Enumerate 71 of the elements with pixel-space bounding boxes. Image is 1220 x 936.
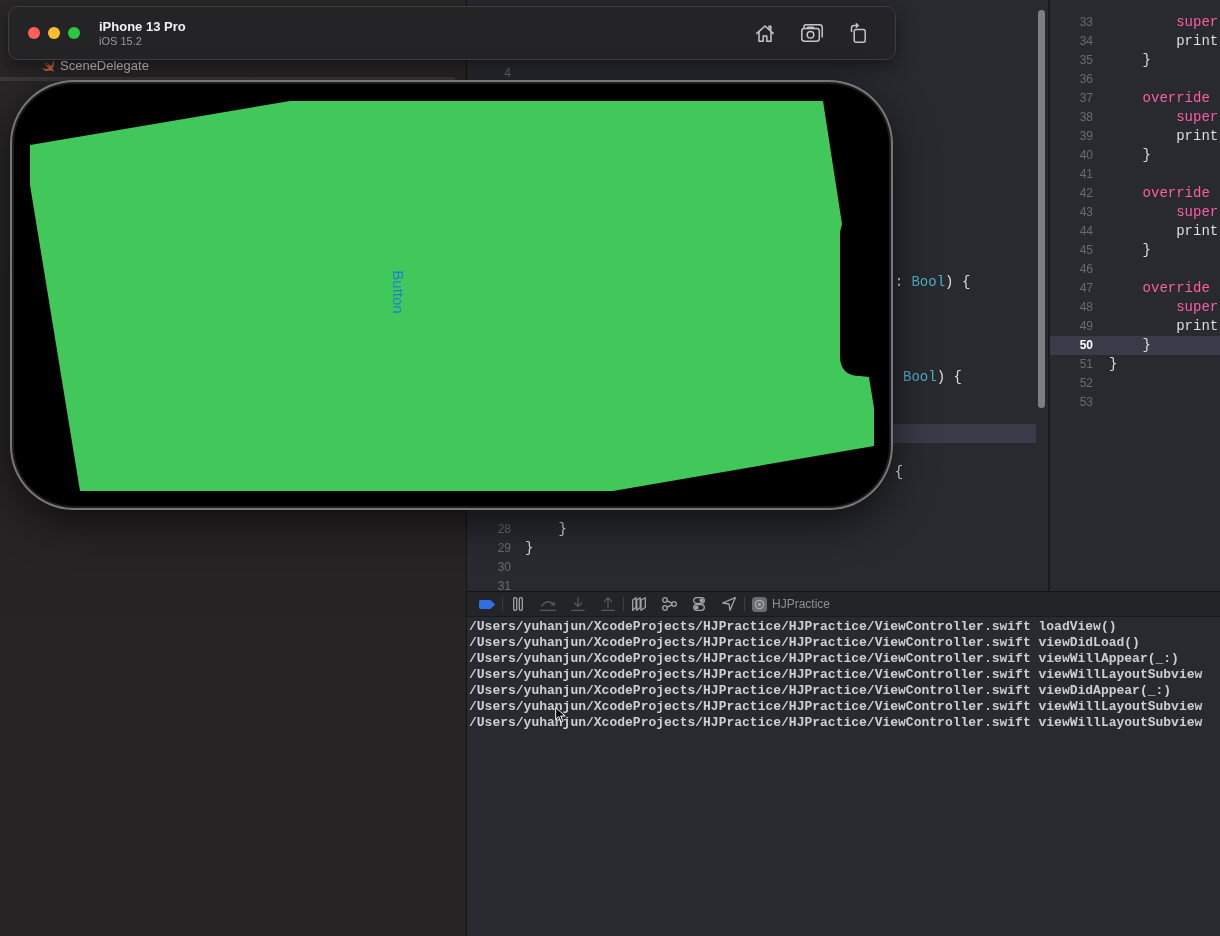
- code-line: : Bool) {: [894, 273, 971, 290]
- nodes-icon[interactable]: [661, 597, 677, 611]
- line-number: 39: [1079, 128, 1093, 143]
- line-number: 48: [1079, 300, 1093, 315]
- line-number: 35: [1079, 52, 1093, 67]
- code-line: super: [1176, 13, 1219, 30]
- code-line: }: [1109, 356, 1118, 373]
- code-line: super: [1176, 108, 1219, 125]
- code-line: super: [1176, 204, 1219, 220]
- console-line: /Users/yuhanjun/XcodeProjects/HJPractice/HJPractice/ViewController.swift viewWillLayoutSubview: [469, 667, 1203, 683]
- code-line: print: [1176, 318, 1219, 335]
- console-line: /Users/yuhanjun/XcodeProjects/HJPractice/HJPractice/ViewController.swift loadView(): [469, 619, 1117, 635]
- line-number: 30: [497, 559, 511, 574]
- minimize-button[interactable]: [48, 27, 60, 39]
- line-number: 47: [1079, 281, 1093, 296]
- location-arrow-icon[interactable]: [722, 597, 736, 611]
- line-number: 29: [497, 540, 511, 555]
- line-number: 44: [1079, 224, 1093, 239]
- line-number: 51: [1079, 357, 1093, 372]
- code-line: }: [1142, 337, 1151, 354]
- line-number: 50: [1079, 338, 1093, 353]
- line-number: 40: [1079, 147, 1093, 162]
- line-number: 34: [1079, 33, 1093, 48]
- line-number: 43: [1079, 205, 1093, 219]
- layers-icon[interactable]: [632, 597, 646, 611]
- app-icon: [752, 596, 767, 612]
- rotate-icon[interactable]: [850, 23, 866, 43]
- code-line: super: [1176, 299, 1219, 316]
- console-line: /Users/yuhanjun/XcodeProjects/HJPractice/HJPractice/ViewController.swift viewDidLoad(): [469, 635, 1140, 651]
- code-line: }: [1142, 51, 1151, 68]
- code-line: print: [1176, 223, 1219, 240]
- line-number: 41: [1079, 166, 1093, 181]
- code-line: print: [1176, 32, 1219, 49]
- device-name: iPhone 13 Pro: [99, 19, 186, 34]
- code-line: {: [894, 463, 904, 480]
- close-button[interactable]: [28, 27, 40, 39]
- line-number: 53: [1079, 395, 1093, 410]
- code-line: }: [558, 520, 567, 537]
- line-number: 31: [497, 578, 511, 591]
- house-icon[interactable]: [756, 24, 774, 42]
- console-line: /Users/yuhanjun/XcodeProjects/HJPractice/HJPractice/ViewController.swift viewWillLayoutSubview: [469, 699, 1203, 715]
- line-number: 52: [1079, 376, 1093, 391]
- code-line: }: [525, 539, 534, 556]
- code-line: print: [1176, 127, 1219, 144]
- bird-icon: [42, 59, 55, 72]
- line-number: 37: [1079, 90, 1093, 105]
- file-name[interactable]: SceneDelegate: [60, 58, 149, 73]
- target-name: HJPractice: [772, 597, 830, 611]
- breakpoint-icon[interactable]: [479, 599, 495, 609]
- console-line: /Users/yuhanjun/XcodeProjects/HJPractice/HJPractice/ViewController.swift viewWillAppear(_:): [469, 651, 1179, 667]
- code-line: override: [1142, 184, 1210, 201]
- camera-icon[interactable]: [801, 24, 823, 42]
- console-line: /Users/yuhanjun/XcodeProjects/HJPractice/HJPractice/ViewController.swift viewWillLayoutSubview: [469, 715, 1203, 731]
- scrollbar[interactable]: [1038, 10, 1045, 408]
- line-number: 36: [1079, 71, 1093, 86]
- toggles-icon[interactable]: [693, 597, 705, 611]
- code-line: }: [1142, 242, 1151, 259]
- console-line: /Users/yuhanjun/XcodeProjects/HJPractice/HJPractice/ViewController.swift viewDidAppear(_:): [469, 683, 1172, 699]
- code-line: Bool) {: [903, 368, 962, 385]
- os-version: iOS 15.2: [99, 35, 142, 47]
- code-line: }: [1142, 146, 1151, 163]
- line-number: 49: [1079, 319, 1093, 334]
- line-number: 33: [1079, 14, 1093, 29]
- line-number: 45: [1079, 243, 1093, 258]
- line-number: 38: [1079, 109, 1093, 124]
- code-line: override: [1142, 89, 1210, 106]
- pause-icon[interactable]: [513, 597, 523, 611]
- code-line: override: [1142, 280, 1210, 297]
- fullscreen-button[interactable]: [68, 27, 80, 39]
- line-number: 46: [1079, 262, 1093, 277]
- line-number: 42: [1079, 185, 1093, 200]
